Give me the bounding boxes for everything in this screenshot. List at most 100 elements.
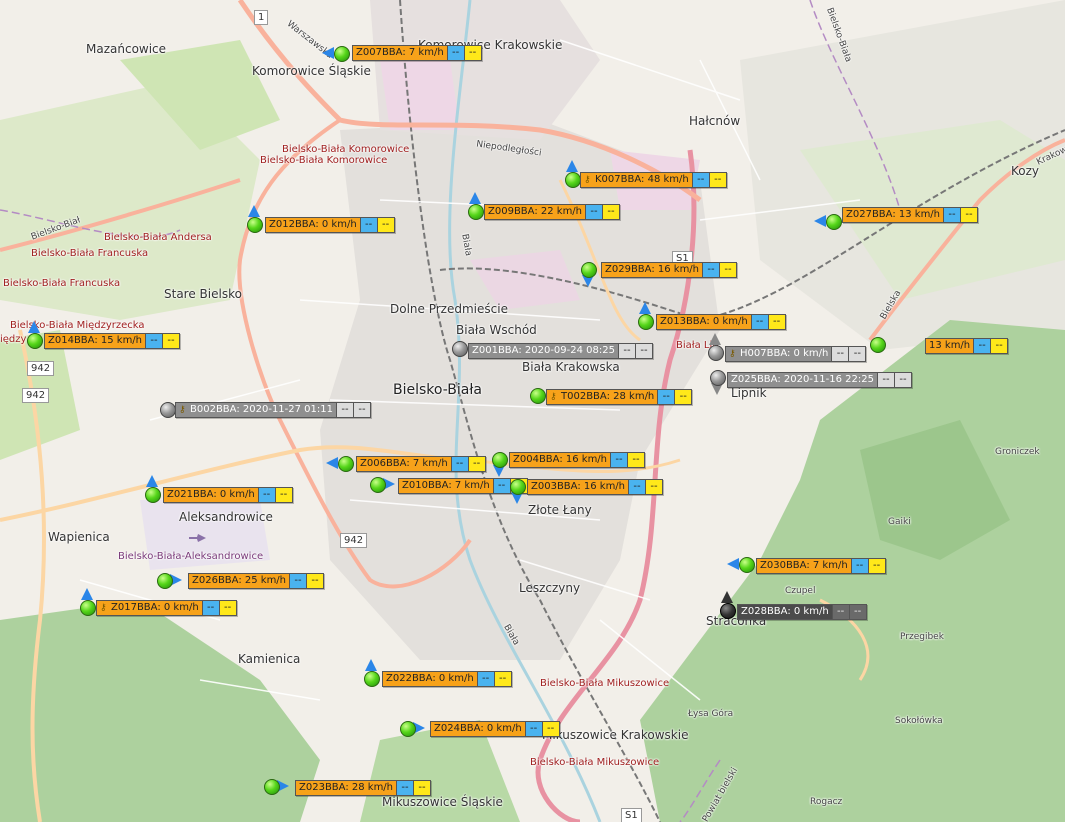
vehicle-label[interactable]: Z028BBA: 0 km/h -- -- [737,604,867,620]
vehicle-speed-text: Z029BBA: 16 km/h [605,264,700,275]
vehicle-label-text: Z023BBA: 28 km/h [296,781,397,795]
vehicle-label[interactable]: ⚷ K007BBA: 48 km/h -- -- [580,172,727,188]
vehicle-label[interactable]: ⚷ Z017BBA: 0 km/h -- -- [96,600,237,616]
heading-arrow-icon [639,302,651,314]
vehicle-label[interactable]: Z025BBA: 2020-11-16 22:25 -- -- [727,372,912,388]
vehicle-status-icon[interactable] [510,479,526,495]
vehicle-status-icon[interactable] [530,388,546,404]
vehicle-field-b: -- [627,453,645,467]
vehicle-label[interactable]: Z029BBA: 16 km/h -- -- [601,262,738,278]
vehicle-field-b: -- [719,263,737,277]
place-label: Bielsko-Biała Komorowice [260,155,388,166]
road-shield: 942 [22,388,50,403]
vehicle-label-text: ⚷ Z017BBA: 0 km/h [97,601,202,615]
heading-arrow-icon [322,47,334,59]
vehicle-field-a: -- [702,263,720,277]
vehicle-label[interactable]: Z003BBA: 16 km/h -- -- [527,479,664,495]
vehicle-field-b: -- [467,457,485,471]
vehicle-speed-text: Z001BBA: 2020-09-24 08:25 [472,345,615,356]
vehicle-status-icon[interactable] [826,214,842,230]
place-label: Bielsko-Biała Andersa [104,232,212,243]
vehicle-status-icon[interactable] [364,671,380,687]
vehicle-status-icon[interactable] [565,172,581,188]
vehicle-status-icon[interactable] [739,557,755,573]
place-label: Dolne Przedmieście [390,302,508,316]
vehicle-label-text: Z021BBA: 0 km/h [164,488,258,502]
vehicle-status-icon[interactable] [870,337,886,353]
vehicle-label[interactable]: Z014BBA: 15 km/h -- -- [44,333,181,349]
vehicle-label-text: ⚷ T002BBA: 28 km/h [547,390,658,404]
vehicle-label[interactable]: Z021BBA: 0 km/h -- -- [163,487,293,503]
place-label: Rogacz [810,797,843,807]
vehicle-label-text: ⚷ K007BBA: 48 km/h [581,173,692,187]
vehicle-label[interactable]: 13 km/h -- -- [925,338,1009,354]
vehicle-field-b: -- [353,403,370,417]
vehicle-label[interactable]: ⚷ B002BBA: 2020-11-27 01:11 -- -- [175,402,371,418]
vehicle-label[interactable]: Z009BBA: 22 km/h -- -- [484,204,621,220]
place-label: Łysa Góra [688,709,734,719]
vehicle-status-icon[interactable] [247,217,263,233]
vehicle-label[interactable]: Z001BBA: 2020-09-24 08:25 -- -- [468,343,653,359]
heading-arrow-icon [326,457,338,469]
vehicle-label[interactable]: Z024BBA: 0 km/h -- -- [430,721,560,737]
vehicle-label[interactable]: Z007BBA: 7 km/h -- -- [352,45,482,61]
vehicle-status-icon[interactable] [710,370,726,386]
vehicle-label[interactable]: Z013BBA: 0 km/h -- -- [656,314,786,330]
place-label: Bielsko-Biała Mikuszowice [540,678,670,689]
vehicle-status-icon[interactable] [452,341,468,357]
vehicle-speed-text: H007BBA: 0 km/h [740,348,829,359]
vehicle-speed-text: B002BBA: 2020-11-27 01:11 [190,404,333,415]
vehicle-field-b: -- [306,574,324,588]
vehicle-field-a: -- [446,46,464,60]
ignition-key-icon: ⚷ [729,349,736,359]
vehicle-status-icon[interactable] [27,333,43,349]
vehicle-status-icon[interactable] [160,402,176,418]
vehicle-status-icon[interactable] [581,262,597,278]
vehicle-status-icon[interactable] [720,603,736,619]
vehicle-speed-text: Z026BBA: 25 km/h [192,575,287,586]
vehicle-label[interactable]: Z027BBA: 13 km/h -- -- [842,207,979,223]
vehicle-label[interactable]: Z004BBA: 16 km/h -- -- [509,452,646,468]
vehicle-speed-text: Z023BBA: 28 km/h [299,782,394,793]
vehicle-status-icon[interactable] [492,452,508,468]
vehicle-status-icon[interactable] [708,345,724,361]
vehicle-status-icon[interactable] [145,487,161,503]
vehicle-label[interactable]: ⚷ T002BBA: 28 km/h -- -- [546,389,693,405]
road-shield: S1 [621,808,642,822]
vehicle-status-icon[interactable] [638,314,654,330]
vehicle-label[interactable]: Z012BBA: 0 km/h -- -- [265,217,395,233]
place-label: Stare Bielsko [164,287,242,301]
place-label: Aleksandrowice [179,510,273,524]
vehicle-status-icon[interactable] [264,779,280,795]
vehicle-label-text: Z012BBA: 0 km/h [266,218,360,232]
vehicle-status-icon[interactable] [338,456,354,472]
vehicle-field-b: -- [708,173,726,187]
vehicle-label[interactable]: Z030BBA: 7 km/h -- -- [756,558,886,574]
vehicle-status-icon[interactable] [468,204,484,220]
vehicle-status-icon[interactable] [334,46,350,62]
place-label: Złote Łany [528,503,592,517]
vehicle-speed-text: Z007BBA: 7 km/h [356,47,444,58]
vehicle-status-icon[interactable] [157,573,173,589]
vehicle-status-icon[interactable] [370,477,386,493]
vehicle-field-a: -- [831,605,849,619]
vehicle-label[interactable]: Z022BBA: 0 km/h -- -- [382,671,512,687]
place-label: Bielsko-Biała Francuska [3,278,121,289]
vehicle-label[interactable]: Z023BBA: 28 km/h -- -- [295,780,432,796]
vehicle-label-text: Z014BBA: 15 km/h [45,334,146,348]
vehicle-speed-text: Z030BBA: 7 km/h [760,560,848,571]
place-label: iędzy [0,334,27,345]
vehicle-speed-text: Z021BBA: 0 km/h [167,489,255,500]
vehicle-speed-text: Z028BBA: 0 km/h [741,606,829,617]
vehicle-label[interactable]: Z006BBA: 7 km/h -- -- [356,456,486,472]
heading-arrow-icon [709,333,721,345]
vehicle-status-icon[interactable] [400,721,416,737]
vehicle-label[interactable]: ⚷ H007BBA: 0 km/h -- -- [725,346,867,362]
vehicle-label[interactable]: Z010BBA: 7 km/h---- [398,478,528,494]
place-label: Mikuszowice Krakowskie [542,728,689,742]
vehicle-label-text: ⚷ H007BBA: 0 km/h [726,347,832,361]
vehicle-speed-text: Z009BBA: 22 km/h [488,206,583,217]
vehicle-label[interactable]: Z026BBA: 25 km/h -- -- [188,573,325,589]
vehicle-status-icon[interactable] [80,600,96,616]
place-label: Bielsko-Biała-Aleksandrowice [118,551,264,562]
